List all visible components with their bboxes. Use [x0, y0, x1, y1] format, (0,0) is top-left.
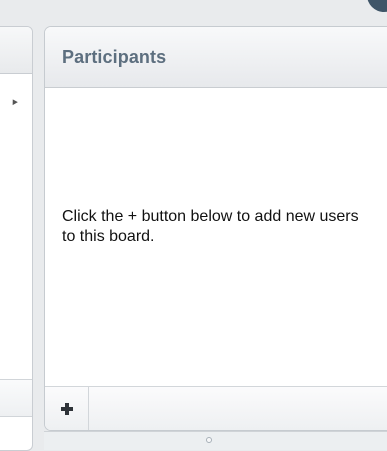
plus-icon: [60, 402, 73, 415]
participants-footer: [45, 386, 387, 430]
participants-panel: Participants Click the + button below to…: [44, 26, 387, 431]
bottom-splitter: [44, 431, 387, 450]
decorative-circle: [367, 0, 387, 12]
participants-title: Participants: [62, 47, 167, 67]
left-panel-footer: [0, 379, 32, 417]
left-panel: [0, 26, 33, 451]
participants-list: Click the + button below to add new user…: [45, 88, 387, 386]
resize-handle[interactable]: [206, 437, 212, 443]
pointer-cursor-icon: [10, 97, 18, 106]
empty-state-message: Click the + button below to add new user…: [62, 208, 359, 245]
participants-header: Participants: [45, 27, 387, 88]
add-user-button[interactable]: [45, 387, 89, 430]
left-panel-header: [0, 27, 32, 74]
